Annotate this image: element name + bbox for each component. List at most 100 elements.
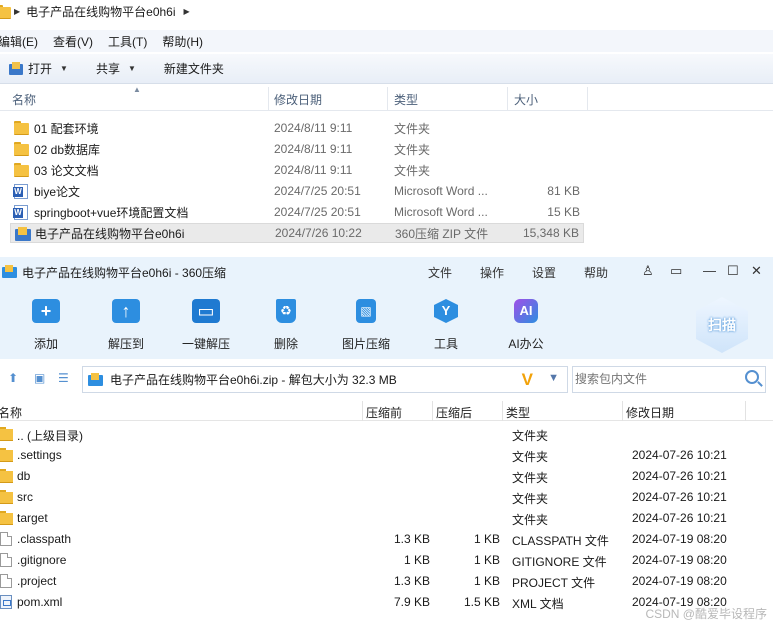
chevron-right-icon[interactable]: ▶ [184, 7, 190, 16]
menu-edit[interactable]: 编辑(E) [0, 33, 38, 50]
entry-type: GITIGNORE 文件 [512, 555, 607, 569]
zip-icon [15, 227, 31, 241]
menu-view[interactable]: 查看(V) [53, 33, 93, 50]
address-path[interactable]: 电子产品在线购物平台e0h6i [26, 3, 175, 20]
ai-office-button[interactable]: AI AI办公 [494, 297, 558, 352]
entry-type: 文件夹 [512, 513, 549, 527]
new-folder-label: 新建文件夹 [163, 62, 224, 76]
zip-entry-row[interactable]: target 文件夹 2024-07-26 10:21 [0, 508, 773, 529]
scan-button[interactable]: 扫描 [692, 297, 752, 353]
explorer-toolbar: 打开 ▼ 共享 ▼ 新建文件夹 [0, 54, 773, 84]
file-row[interactable]: 02 db数据库 2024/8/11 9:11 文件夹 [10, 139, 584, 159]
col-date[interactable]: 修改日期 [274, 91, 322, 108]
zip-entry-row[interactable]: .classpath 1.3 KB 1 KB CLASSPATH 文件 2024-07-… [0, 529, 773, 550]
v-logo-icon[interactable]: V [522, 370, 533, 390]
delete-button[interactable]: ♻ 删除 [254, 297, 318, 352]
tools-button[interactable]: Y 工具 [414, 297, 478, 352]
zip-entry-row[interactable]: .settings 文件夹 2024-07-26 10:21 [0, 445, 773, 466]
entry-date: 2024-07-26 10:21 [632, 448, 727, 462]
zip-menu-help[interactable]: 帮助 [584, 264, 608, 281]
file-row[interactable]: 01 配套环境 2024/8/11 9:11 文件夹 [10, 118, 584, 138]
chevron-down-icon[interactable]: ▼ [548, 372, 559, 384]
word-icon [13, 184, 30, 199]
view-thumb-icon[interactable]: ▣ [34, 371, 45, 385]
feedback-icon[interactable]: ▭ [670, 263, 682, 279]
col-name[interactable]: 名称 [12, 91, 36, 108]
new-folder-button[interactable]: 新建文件夹 [164, 60, 224, 77]
menu-help[interactable]: 帮助(H) [162, 33, 203, 50]
share-label: 共享 [95, 62, 120, 76]
maximize-icon[interactable]: ☐ [727, 263, 739, 279]
file-row[interactable]: biye论文 2024/7/25 20:51 Microsoft Word ... 8… [10, 181, 584, 201]
folder-icon [0, 427, 14, 441]
zip-menu-action[interactable]: 操作 [480, 264, 504, 281]
file-row[interactable]: springboot+vue环境配置文档 2024/7/25 20:51 Micro… [10, 202, 584, 222]
entry-name: .settings [17, 448, 62, 462]
entry-name: .gitignore [17, 553, 67, 567]
file-row[interactable]: 03 论文文档 2024/8/11 9:11 文件夹 [10, 160, 584, 180]
entry-size-before: 1 KB [403, 553, 430, 567]
entry-type: CLASSPATH 文件 [512, 534, 609, 548]
file-type: Microsoft Word ... [394, 205, 488, 219]
zip-menu-settings[interactable]: 设置 [532, 264, 556, 281]
zcol-name[interactable]: 名称 [0, 404, 22, 421]
zcol-after[interactable]: 压缩后 [436, 404, 472, 421]
entry-size-after: 1 KB [473, 532, 500, 546]
view-list-icon[interactable]: ☰ [58, 371, 69, 385]
zip-path-box[interactable]: 电子产品在线购物平台e0h6i.zip - 解包大小为 32.3 MB V ▼ [82, 366, 568, 393]
caret-down-icon: ▼ [127, 64, 136, 73]
zip-column-header: 名称 压缩前 压缩后 类型 修改日期 [0, 401, 773, 421]
chevron-right-icon[interactable]: ▶ [14, 7, 20, 16]
shirt-icon[interactable]: ♙ [642, 263, 654, 279]
address-bar[interactable]: ▶ 电子产品在线购物平台e0h6i ▶ [0, 0, 773, 22]
zcol-before[interactable]: 压缩前 [366, 404, 402, 421]
file-date: 2024/7/26 10:22 [275, 226, 362, 240]
file-name: 电子产品在线购物平台e0h6i [35, 226, 185, 241]
zip-entry-row[interactable]: db 文件夹 2024-07-26 10:21 [0, 466, 773, 487]
folder-icon [14, 121, 30, 135]
image-compress-button[interactable]: ▧ 图片压缩 [334, 297, 398, 352]
zcol-date[interactable]: 修改日期 [626, 404, 674, 421]
entry-type: 文件夹 [512, 429, 549, 443]
entry-date: 2024-07-26 10:21 [632, 511, 727, 525]
entry-size-after: 1 KB [473, 553, 500, 567]
zcol-type[interactable]: 类型 [506, 404, 530, 421]
file-type: Microsoft Word ... [394, 184, 488, 198]
one-click-extract-button[interactable]: ▭ 一键解压 [174, 297, 238, 352]
ai-icon: AI [510, 297, 542, 325]
folder-icon [14, 163, 30, 177]
entry-name: .. (上级目录) [17, 429, 83, 443]
zip-entry-row[interactable]: .gitignore 1 KB 1 KB GITIGNORE 文件 2024-07-19… [0, 550, 773, 571]
entry-date: 2024-07-26 10:21 [632, 490, 727, 504]
entry-name: target [17, 511, 48, 525]
up-arrow-icon[interactable]: ⬆ [8, 371, 18, 385]
file-icon [0, 532, 12, 546]
zip-entry-row[interactable]: src 文件夹 2024-07-26 10:21 [0, 487, 773, 508]
zip-path-text: 电子产品在线购物平台e0h6i.zip - 解包大小为 32.3 MB [110, 373, 397, 387]
close-icon[interactable]: ✕ [751, 263, 762, 279]
zip-entry-row[interactable]: .. (上级目录) 文件夹 [0, 424, 773, 445]
file-size: 15 KB [547, 205, 580, 219]
zip-search-input[interactable] [575, 367, 735, 391]
extract-to-button[interactable]: ↑ 解压到 [94, 297, 158, 352]
col-size[interactable]: 大小 [514, 91, 538, 108]
open-button[interactable]: 打开 ▼ [0, 60, 68, 77]
zip-menu-file[interactable]: 文件 [428, 264, 452, 281]
file-date: 2024/8/11 9:11 [274, 121, 353, 135]
open-label: 打开 [28, 62, 53, 76]
add-button[interactable]: + 添加 [14, 297, 78, 352]
zip-search-box [572, 366, 766, 393]
share-button[interactable]: 共享 ▼ [96, 60, 136, 77]
file-row[interactable]: 电子产品在线购物平台e0h6i 2024/7/26 10:22 360压缩 ZIP … [10, 223, 584, 243]
col-type[interactable]: 类型 [394, 91, 418, 108]
file-date: 2024/7/25 20:51 [274, 205, 361, 219]
explorer-column-header: 名称 ▲ 修改日期 类型 大小 [0, 85, 773, 111]
one-click-extract-icon: ▭ [190, 297, 222, 325]
minimize-icon[interactable]: — [703, 263, 716, 278]
entry-type: PROJECT 文件 [512, 576, 596, 590]
menu-tools[interactable]: 工具(T) [108, 33, 147, 50]
zip-entry-row[interactable]: .project 1.3 KB 1 KB PROJECT 文件 2024-07-19 0… [0, 571, 773, 592]
search-icon[interactable] [745, 370, 759, 384]
file-name: 03 论文文档 [34, 163, 99, 178]
folder-icon [0, 448, 14, 462]
